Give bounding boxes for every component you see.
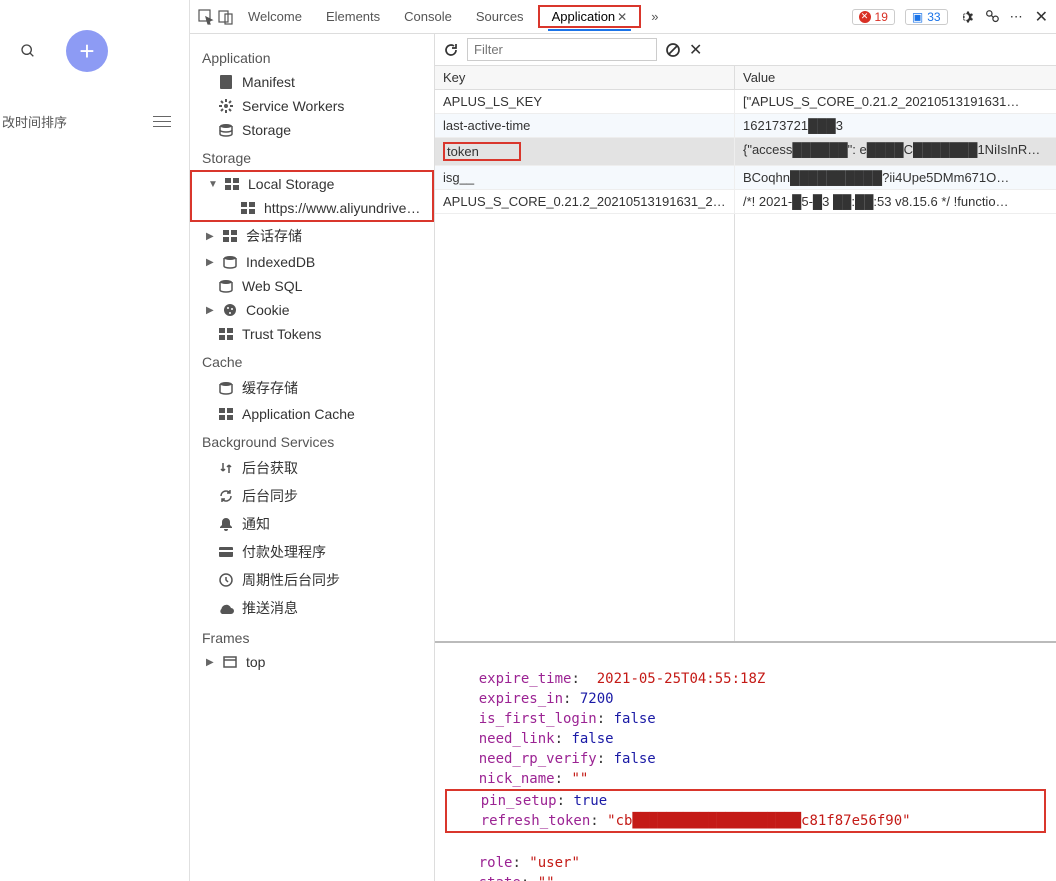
refresh-icon[interactable] [443, 42, 459, 58]
more-tabs-icon[interactable]: » [645, 9, 664, 24]
clear-icon[interactable]: ✕ [689, 40, 702, 60]
sidebar-item-indexeddb[interactable]: ▶IndexedDB [190, 250, 434, 274]
account-icon[interactable] [984, 9, 1000, 25]
sidebar-item-notifications[interactable]: 通知 [190, 510, 434, 538]
error-count-badge[interactable]: ✕19 [852, 9, 895, 25]
tab-sources[interactable]: Sources [466, 3, 534, 30]
database-icon [218, 278, 234, 294]
database-icon [218, 380, 234, 396]
col-key[interactable]: Key [435, 66, 735, 89]
tab-application[interactable]: Application✕ [542, 3, 638, 30]
info-count-badge[interactable]: ▣33 [905, 9, 948, 25]
sidebar-item-payment[interactable]: 付款处理程序 [190, 538, 434, 566]
close-devtools-icon[interactable]: ✕ [1035, 7, 1048, 27]
table-row[interactable]: APLUS_LS_KEY["APLUS_S_CORE_0.21.2_202105… [435, 90, 1056, 114]
tab-elements[interactable]: Elements [316, 3, 390, 30]
tab-console[interactable]: Console [394, 3, 462, 30]
col-value[interactable]: Value [735, 66, 1056, 89]
close-icon[interactable]: ✕ [617, 10, 627, 24]
application-sidebar: Application Manifest Service Workers Sto… [190, 34, 435, 881]
storage-table-header: Key Value [435, 66, 1056, 90]
sidebar-item-top-frame[interactable]: ▶top [190, 650, 434, 674]
storage-content: ✕ Key Value APLUS_LS_KEY["APLUS_S_CORE_0… [435, 34, 1056, 881]
database-icon [222, 254, 238, 270]
gear-icon [218, 98, 234, 114]
sidebar-item-cache-storage[interactable]: 缓存存储 [190, 374, 434, 402]
window-icon [222, 654, 238, 670]
token-key-highlight: token [443, 142, 521, 161]
sidebar-item-service-workers[interactable]: Service Workers [190, 94, 434, 118]
section-storage: Storage [190, 142, 434, 170]
sidebar-item-trust-tokens[interactable]: Trust Tokens [190, 322, 434, 346]
grid-icon [218, 326, 234, 342]
inspect-icon[interactable] [198, 9, 214, 25]
sidebar-item-storage-top[interactable]: Storage [190, 118, 434, 142]
database-icon [218, 122, 234, 138]
section-cache: Cache [190, 346, 434, 374]
sidebar-item-app-cache[interactable]: Application Cache [190, 402, 434, 426]
refresh-token-highlight: pin_setup: true refresh_token: "cb██████… [445, 789, 1046, 833]
section-application: Application [190, 42, 434, 70]
grid-icon [240, 200, 256, 216]
table-row[interactable]: APLUS_S_CORE_0.21.2_20210513191631_2…/*!… [435, 190, 1056, 214]
tab-welcome[interactable]: Welcome [238, 3, 312, 30]
sidebar-item-local-storage[interactable]: ▼Local Storage [192, 172, 432, 196]
sidebar-item-periodic-sync[interactable]: 周期性后台同步 [190, 566, 434, 594]
storage-table-body: APLUS_LS_KEY["APLUS_S_CORE_0.21.2_202105… [435, 90, 1056, 214]
grid-icon [222, 228, 238, 244]
devtools-panel: Welcome Elements Console Sources Applica… [190, 0, 1056, 881]
table-row[interactable]: token{"access██████": e████C███████1NiIs… [435, 138, 1056, 166]
sort-label[interactable]: 改时间排序 [2, 112, 67, 131]
manifest-icon [218, 74, 234, 90]
grid-icon [218, 406, 234, 422]
value-preview-pane[interactable]: expire_time: 2021-05-25T04:55:18Z expire… [435, 641, 1056, 881]
card-icon [218, 544, 234, 560]
sidebar-item-local-storage-origin[interactable]: https://www.aliyundrive.com [192, 196, 432, 220]
sidebar-item-bg-fetch[interactable]: 后台获取 [190, 454, 434, 482]
add-button[interactable]: + [66, 30, 108, 72]
section-frames: Frames [190, 622, 434, 650]
kebab-icon[interactable]: ⋯ [1010, 9, 1025, 25]
devtools-tabbar: Welcome Elements Console Sources Applica… [190, 0, 1056, 34]
storage-table-empty [435, 214, 1056, 641]
grid-icon [224, 176, 240, 192]
bell-icon [218, 516, 234, 532]
block-icon[interactable] [665, 42, 681, 58]
clock-icon [218, 572, 234, 588]
cookie-icon [222, 302, 238, 318]
search-icon[interactable] [20, 43, 36, 59]
filter-input[interactable] [467, 38, 657, 61]
sync-icon [218, 488, 234, 504]
gear-icon[interactable] [958, 9, 974, 25]
table-row[interactable]: last-active-time162173721███3 [435, 114, 1056, 138]
sidebar-item-cookie[interactable]: ▶Cookie [190, 298, 434, 322]
tab-application-highlight: Application✕ [538, 5, 642, 28]
menu-icon[interactable] [153, 116, 171, 127]
cloud-icon [218, 600, 234, 616]
transfer-icon [218, 460, 234, 476]
table-row[interactable]: isg__BCoqhn██████████?ii4Upe5DMm671O… [435, 166, 1056, 190]
sidebar-item-bg-sync[interactable]: 后台同步 [190, 482, 434, 510]
sidebar-item-websql[interactable]: Web SQL [190, 274, 434, 298]
section-bg-services: Background Services [190, 426, 434, 454]
sidebar-item-session-storage[interactable]: ▶会话存储 [190, 222, 434, 250]
external-app-sidebar: + 改时间排序 [0, 0, 190, 881]
sidebar-item-push[interactable]: 推送消息 [190, 594, 434, 622]
sidebar-item-manifest[interactable]: Manifest [190, 70, 434, 94]
device-toggle-icon[interactable] [218, 9, 234, 25]
filter-toolbar: ✕ [435, 34, 1056, 66]
local-storage-highlight: ▼Local Storage https://www.aliyundrive.c… [190, 170, 434, 222]
